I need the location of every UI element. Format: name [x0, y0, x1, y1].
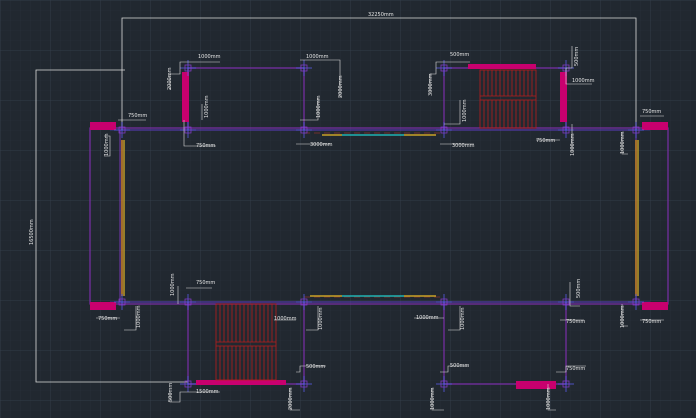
- dim-label: 2000mm: [288, 387, 294, 410]
- dim-label: 500mm: [306, 364, 325, 370]
- dim-label: 750mm: [642, 109, 661, 115]
- dim-label: 1000mm: [306, 54, 329, 60]
- dim-label: 1000mm: [620, 305, 626, 328]
- dim-label: 1000mm: [572, 78, 595, 84]
- cad-drawing-canvas[interactable]: 32250mm 16500mm 1000mm 2000mm 1000mm 200…: [0, 0, 696, 418]
- dim-label: 500mm: [450, 363, 469, 369]
- dim-label: 750mm: [566, 366, 585, 372]
- dim-label: 750mm: [642, 319, 661, 325]
- dim-label: 1000mm: [316, 95, 322, 118]
- dim-label: 1000mm: [136, 305, 142, 328]
- dim-label: 1000mm: [570, 133, 576, 156]
- dim-label: 3000mm: [310, 142, 333, 148]
- dim-label: 750mm: [566, 319, 585, 325]
- dim-label: 1000mm: [462, 99, 468, 122]
- dim-label: 1000mm: [274, 316, 297, 322]
- dim-label: 750mm: [196, 280, 215, 286]
- dim-label: 1500mm: [196, 389, 219, 395]
- dim-label: 2000mm: [338, 75, 344, 98]
- dim-label: 750mm: [128, 113, 147, 119]
- dim-label: 1000mm: [318, 307, 324, 330]
- dim-label: 1000mm: [204, 95, 210, 118]
- dim-label: 1000mm: [416, 315, 439, 321]
- dim-label: 1000mm: [104, 133, 110, 156]
- dim-label: 3000mm: [452, 143, 475, 149]
- dim-label: 1000mm: [170, 273, 176, 296]
- dim-label: 750mm: [536, 138, 555, 144]
- overall-height-label: 16500mm: [29, 219, 35, 245]
- drawing-grid: [0, 0, 696, 418]
- dim-label: 1000mm: [620, 131, 626, 154]
- dim-label: 1000mm: [198, 54, 221, 60]
- dim-label: 2000mm: [167, 67, 173, 90]
- dim-label: 750mm: [98, 316, 117, 322]
- dim-label: 500mm: [168, 383, 174, 402]
- dim-label: 750mm: [196, 143, 215, 149]
- dim-label: 1000mm: [460, 307, 466, 330]
- dim-label: 500mm: [576, 279, 582, 298]
- dim-label: 1000mm: [430, 387, 436, 410]
- dim-label: 1000mm: [546, 387, 552, 410]
- dim-label: 3000mm: [428, 73, 434, 96]
- dim-label: 500mm: [450, 52, 469, 58]
- overall-width-label: 32250mm: [368, 12, 394, 18]
- dim-label: 500mm: [574, 47, 580, 66]
